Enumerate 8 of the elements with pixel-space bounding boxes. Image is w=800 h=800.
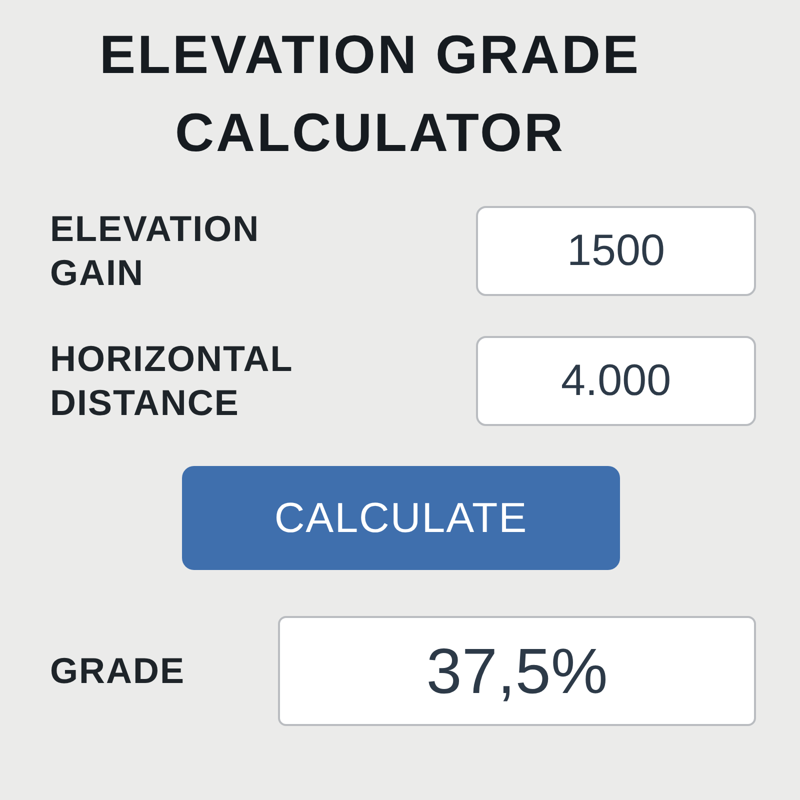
calculate-button[interactable]: CALCULATE	[182, 466, 620, 570]
result-field: 37,5%	[278, 616, 756, 726]
result-label: GRADE	[50, 649, 186, 693]
input-field[interactable]: 4.000	[476, 336, 756, 426]
field-label: ELEVATION GAIN	[50, 207, 261, 295]
field-label: HORIZONTAL DISTANCE	[50, 337, 294, 425]
app-title: ELEVATION GRADE CALCULATOR	[98, 24, 642, 165]
input-field[interactable]: 1500	[476, 206, 756, 296]
